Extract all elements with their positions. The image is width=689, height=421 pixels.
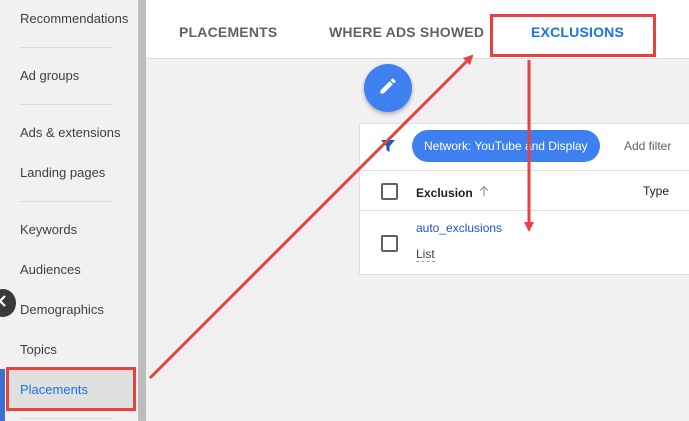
chevron-left-icon [0, 294, 9, 312]
add-filter-button[interactable]: Add filter [624, 139, 671, 153]
sidebar-item-topics[interactable]: Topics [20, 342, 57, 357]
column-header-exclusion[interactable]: Exclusion [416, 186, 473, 200]
sidebar-item-keywords[interactable]: Keywords [20, 222, 77, 237]
sort-arrow-up-icon[interactable] [478, 184, 490, 202]
sidebar-item-ads-extensions[interactable]: Ads & extensions [20, 125, 120, 140]
table-divider [359, 210, 689, 211]
sidebar-item-ad-groups[interactable]: Ad groups [20, 68, 79, 83]
sidebar-item-landing-pages[interactable]: Landing pages [20, 165, 105, 180]
sidebar-divider [20, 201, 112, 202]
sidebar-item-audiences[interactable]: Audiences [20, 262, 81, 277]
select-all-checkbox[interactable] [381, 183, 398, 200]
pencil-icon [378, 76, 398, 101]
row-checkbox[interactable] [381, 235, 398, 252]
tab-where-ads-showed[interactable]: WHERE ADS SHOWED [329, 24, 484, 40]
sidebar-item-recommendations[interactable]: Recommendations [20, 11, 128, 26]
edit-fab-button[interactable] [364, 64, 412, 112]
annotation-highlight-exclusions-tab [490, 14, 656, 57]
column-header-type[interactable]: Type [643, 184, 669, 198]
sidebar-divider [20, 47, 112, 48]
sidebar-scrollbar[interactable] [138, 0, 146, 421]
exclusion-type-label: List [416, 247, 435, 262]
sidebar: Recommendations Ad groups Ads & extensio… [0, 0, 138, 421]
exclusion-name-link[interactable]: auto_exclusions [416, 221, 502, 235]
network-filter-chip[interactable]: Network: YouTube and Display [412, 130, 600, 162]
annotation-highlight-placements [6, 367, 136, 411]
tab-placements[interactable]: PLACEMENTS [179, 24, 277, 40]
sidebar-item-demographics[interactable]: Demographics [20, 302, 104, 317]
sidebar-divider [20, 418, 112, 419]
sidebar-divider [20, 104, 112, 105]
filter-icon[interactable] [380, 138, 396, 159]
sidebar-active-indicator [0, 369, 5, 421]
table-divider [359, 170, 689, 171]
